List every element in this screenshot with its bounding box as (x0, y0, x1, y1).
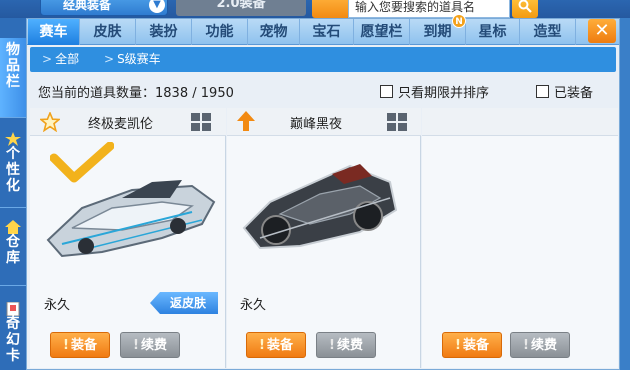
tab-pet[interactable]: 宠物 (248, 19, 300, 45)
item-count-current: 1838 (155, 86, 189, 101)
grid-view-icon[interactable] (190, 112, 212, 132)
renew-button-2-label: 续费 (336, 338, 363, 353)
filter-s-class[interactable]: > S级赛车 (104, 47, 161, 72)
item-count-separator: / (192, 86, 197, 101)
equip-button-1-label: 装备 (70, 338, 97, 353)
item-name-1: 终极麦凯伦 (88, 117, 154, 132)
tab-dressup[interactable]: 装扮 (136, 19, 192, 45)
search-icon (518, 0, 532, 13)
house-icon (5, 220, 21, 234)
renew-button-3-label: 续费 (530, 338, 557, 353)
filter-all-label: 全部 (55, 52, 80, 66)
orange-tab[interactable] (312, 0, 350, 18)
tab-starred[interactable]: 星标 (466, 19, 520, 45)
tab-skin[interactable]: 皮肤 (80, 19, 136, 45)
equipped-label: 已装备 (554, 86, 594, 101)
vtab-personalize-label: 个性化 (6, 146, 20, 194)
chevron-right-icon: > (104, 52, 115, 66)
filter-all[interactable]: > 全部 (42, 47, 79, 72)
tab-gem[interactable]: 宝石 (300, 19, 354, 45)
filter-s-class-label: S级赛车 (117, 52, 161, 66)
skin-return-tag[interactable]: 返皮肤 (150, 292, 218, 314)
equip-button-1[interactable]: ! 装备 (50, 332, 110, 358)
vtab-personalize[interactable]: 个性化 (0, 128, 26, 208)
tab-wishlist[interactable]: 愿望栏 (354, 19, 410, 45)
vtab-magic-card-label: 奇幻卡 (6, 316, 20, 364)
mode-dropdown-label: 经典装备 (63, 0, 112, 12)
equipped-checkbox[interactable] (536, 85, 549, 98)
tab-function[interactable]: 功能 (192, 19, 248, 45)
tab-style[interactable]: 造型 (520, 19, 576, 45)
grid-view-icon[interactable] (386, 112, 408, 132)
item-count: 您当前的道具数量：1838 / 1950 (38, 82, 234, 101)
item-count-label: 您当前的道具数量： (38, 86, 156, 101)
upgrade-arrow-icon (237, 111, 255, 131)
card-icon (6, 302, 20, 316)
alert-icon: ! (523, 338, 529, 353)
item-name-2: 巅峰黑夜 (290, 117, 343, 132)
item-card-3[interactable] (422, 108, 618, 368)
search-button[interactable] (512, 0, 538, 18)
star-icon (40, 112, 60, 132)
renew-button-3[interactable]: ! 续费 (510, 332, 570, 358)
alert-icon: ! (455, 338, 461, 353)
equip-button-3-label: 装备 (462, 338, 489, 353)
item-count-max: 1950 (200, 86, 234, 101)
item-duration-2: 永久 (240, 298, 267, 313)
close-button[interactable]: ✕ (588, 19, 616, 43)
car-mclaren-image (46, 180, 216, 258)
alert-icon: ! (259, 338, 265, 353)
expiry-sort-label: 只看期限并排序 (398, 86, 490, 101)
renew-button-1[interactable]: ! 续费 (120, 332, 180, 358)
vtab-magic-card[interactable]: 奇幻卡 (0, 298, 26, 370)
alert-icon: ! (133, 338, 139, 353)
item-duration-1: 永久 (44, 298, 71, 313)
chevron-right-icon: > (42, 52, 53, 66)
car-night-image (242, 164, 398, 250)
mode-button[interactable]: 2.0装备 (176, 0, 306, 16)
vtab-inventory-label: 物品栏 (6, 42, 20, 90)
renew-button-2[interactable]: ! 续费 (316, 332, 376, 358)
equip-button-2[interactable]: ! 装备 (246, 332, 306, 358)
item-card-3-header (422, 108, 618, 136)
tab-car[interactable]: 赛车 (28, 19, 80, 45)
vtab-inventory[interactable]: 物品栏 (0, 38, 26, 118)
vtab-warehouse[interactable]: 仓库 (0, 216, 26, 286)
equip-button-2-label: 装备 (266, 338, 293, 353)
new-badge: N (452, 14, 466, 28)
search-input[interactable]: 输入您要搜索的道具名 (348, 0, 510, 18)
alert-icon: ! (329, 338, 335, 353)
equip-button-3[interactable]: ! 装备 (442, 332, 502, 358)
renew-button-1-label: 续费 (140, 338, 167, 353)
alert-icon: ! (63, 338, 69, 353)
mode-dropdown[interactable]: 经典装备 ▼ (40, 0, 168, 16)
expiry-sort-checkbox[interactable] (380, 85, 393, 98)
star-small-icon (5, 132, 21, 146)
vtab-warehouse-label: 仓库 (6, 234, 20, 266)
chevron-down-icon: ▼ (149, 0, 165, 13)
